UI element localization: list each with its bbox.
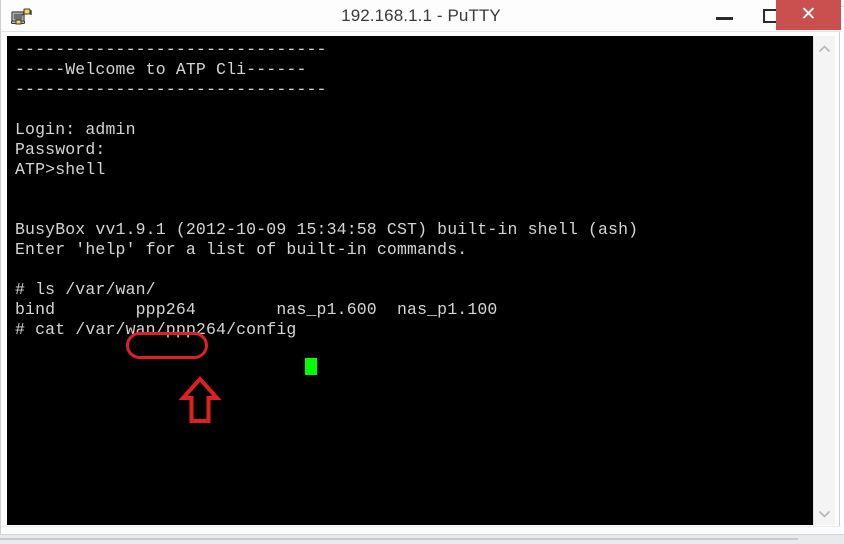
minimize-icon (716, 17, 733, 20)
terminal-output: ------------------------------- -----Wel… (15, 40, 639, 339)
scroll-down-chevron-icon[interactable] (814, 503, 835, 523)
title-bar[interactable]: 192.168.1.1 - PuTTY ✕ (1, 0, 841, 32)
close-icon: ✕ (800, 4, 817, 25)
desktop-background: 192.168.1.1 - PuTTY ✕ ------------------… (0, 0, 844, 544)
desktop-lower-accent (0, 538, 798, 540)
putty-window: 192.168.1.1 - PuTTY ✕ ------------------… (0, 0, 841, 535)
close-button[interactable]: ✕ (776, 0, 841, 30)
terminal-area[interactable]: ------------------------------- -----Wel… (7, 36, 835, 525)
minimize-button[interactable] (704, 0, 746, 29)
terminal-scrollbar[interactable] (813, 36, 835, 525)
terminal-screen[interactable]: ------------------------------- -----Wel… (7, 36, 813, 525)
terminal-cursor (305, 358, 317, 375)
scroll-up-chevron-icon[interactable] (814, 38, 835, 58)
annotation-up-arrow (178, 376, 222, 424)
scrollbar-track[interactable] (814, 58, 835, 503)
